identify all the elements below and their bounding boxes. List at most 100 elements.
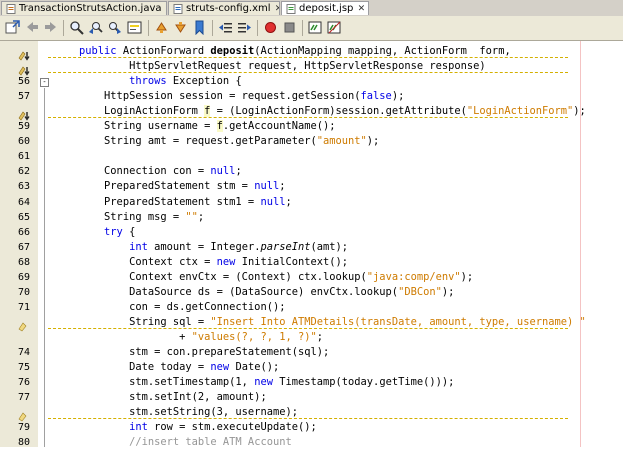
back-icon[interactable] (24, 19, 41, 36)
code-text: stm.setTimestamp(1, new Timestamp(today.… (54, 376, 455, 389)
forward-icon[interactable] (42, 19, 59, 36)
line-number: 66 (17, 226, 30, 238)
previous-bookmark-icon[interactable] (153, 19, 170, 36)
code-text: //insert table ATM Account (129, 436, 292, 449)
code-line[interactable]: 77 stm.setInt(2, amount); (0, 390, 623, 405)
find-next-icon[interactable] (106, 19, 123, 36)
code-line[interactable]: 61 (0, 149, 623, 164)
line-number: 64 (17, 196, 30, 208)
warning-marker-icon[interactable] (18, 106, 30, 121)
uncomment-icon[interactable] (326, 19, 343, 36)
code-text: Context envCtx = (Context) ctx.lookup("j… (54, 270, 474, 283)
toggle-highlight-icon[interactable] (126, 19, 143, 36)
code-text: Context ctx = new InitialContext(); (54, 255, 349, 268)
shift-left-icon[interactable] (217, 19, 234, 36)
line-number: 79 (17, 422, 30, 434)
close-icon[interactable]: ✕ (274, 4, 279, 14)
xml-file-icon (173, 3, 183, 14)
code-editor[interactable]: public ActionForward deposit(ActionMappi… (0, 41, 623, 450)
tab-deposit-jsp[interactable]: deposit.jsp ✕ (281, 1, 369, 15)
code-line[interactable]: 66 try { (0, 225, 623, 240)
code-text: stm.setInt(2, amount); (54, 391, 267, 404)
warning-underline (48, 117, 568, 119)
tab-label: deposit.jsp (299, 3, 354, 14)
code-line[interactable]: 60 String amt = request.getParameter("am… (0, 134, 623, 149)
line-number: 74 (17, 347, 30, 358)
code-text: String username = f.getAccountName(); (54, 120, 336, 133)
code-text: Connection con = null; (54, 165, 242, 178)
code-line[interactable]: 69 Context envCtx = (Context) ctx.lookup… (0, 270, 623, 285)
tab-label: TransactionStrutsAction.java (19, 3, 162, 14)
hint-marker-icon[interactable] (18, 317, 30, 332)
code-text: stm = con.prepareStatement(sql); (54, 346, 330, 358)
code-line[interactable]: 63 PreparedStatement stm = null; (0, 179, 623, 194)
code-line[interactable]: 76 stm.setTimestamp(1, new Timestamp(tod… (0, 375, 623, 390)
warning-marker-icon[interactable] (18, 61, 30, 76)
collapse-fold-icon[interactable]: - (40, 78, 49, 88)
toggle-bookmark-icon[interactable] (191, 19, 208, 36)
warning-underline (48, 72, 568, 74)
code-line[interactable]: 80 //insert table ATM Account (0, 435, 623, 450)
tab-struts-config[interactable]: struts-config.xml ✕ (168, 1, 280, 15)
line-number: 68 (17, 256, 30, 268)
code-line[interactable]: 79 int row = stm.executeUpdate(); (0, 420, 623, 435)
code-text: int row = stm.executeUpdate(); (129, 421, 317, 434)
editor-tab-bar: TransactionStrutsAction.java ✕ struts-co… (0, 0, 623, 17)
line-number: 56 (17, 76, 30, 88)
code-text: PreparedStatement stm1 = null; (54, 195, 292, 208)
code-text: int amount = Integer.parseInt(amt); (129, 240, 349, 253)
find-icon[interactable] (68, 19, 85, 36)
stop-macro-icon[interactable] (281, 19, 298, 36)
close-icon[interactable]: ✕ (356, 4, 366, 14)
line-number: 75 (17, 362, 30, 374)
override-marker-icon[interactable] (18, 46, 30, 61)
next-bookmark-icon[interactable] (172, 19, 189, 36)
go-to-source-icon[interactable] (4, 19, 21, 36)
code-line[interactable]: 59 String username = f.getAccountName(); (0, 119, 623, 134)
code-line[interactable]: 62 Connection con = null; (0, 164, 623, 179)
code-text: PreparedStatement stm = null; (54, 180, 286, 193)
code-line[interactable]: 74 stm = con.prepareStatement(sql); (0, 345, 623, 360)
line-number: 77 (17, 392, 30, 404)
line-number: 57 (17, 91, 30, 103)
warning-underline (48, 327, 568, 329)
editor-toolbar (0, 16, 623, 41)
warning-underline (48, 418, 568, 420)
line-number: 69 (17, 271, 30, 283)
comment-icon[interactable] (307, 19, 324, 36)
code-line[interactable]: 57 HttpSession session = request.getSess… (0, 89, 623, 104)
warning-underline (48, 57, 568, 58)
code-text: HttpSession session = request.getSession… (54, 90, 405, 103)
code-line[interactable]: 56- throws Exception { (0, 74, 623, 89)
line-number: 60 (17, 136, 30, 148)
find-previous-icon[interactable] (87, 19, 104, 36)
line-number: 59 (17, 121, 30, 133)
code-line[interactable]: 65 String msg = ""; (0, 210, 623, 225)
code-text: DataSource ds = (DataSource) envCtx.look… (54, 285, 455, 298)
line-number: 62 (17, 166, 30, 178)
line-number: 65 (17, 211, 30, 223)
line-number: 71 (17, 301, 30, 313)
tab-label: struts-config.xml (186, 3, 271, 14)
code-line[interactable]: 68 Context ctx = new InitialContext(); (0, 255, 623, 270)
code-line[interactable]: 64 PreparedStatement stm1 = null; (0, 195, 623, 210)
code-text: String msg = ""; (54, 210, 205, 223)
hint-marker-icon[interactable] (18, 407, 30, 422)
shift-right-icon[interactable] (236, 19, 253, 36)
code-line[interactable]: 75 Date today = new Date(); (0, 360, 623, 375)
code-line[interactable]: 70 DataSource ds = (DataSource) envCtx.l… (0, 285, 623, 300)
line-number: 63 (17, 181, 30, 193)
java-file-icon (6, 3, 16, 14)
code-line[interactable]: + "values(?, ?, 1, ?)"; (0, 330, 623, 345)
line-number: 70 (17, 286, 30, 298)
tab-transaction-struts-action[interactable]: TransactionStrutsAction.java ✕ (1, 1, 167, 15)
start-macro-icon[interactable] (262, 19, 279, 36)
code-line[interactable]: 67 int amount = Integer.parseInt(amt); (0, 240, 623, 255)
code-text: try { (104, 225, 136, 238)
code-line[interactable]: 71 con = ds.getConnection(); (0, 300, 623, 315)
code-text: String amt = request.getParameter("amoun… (54, 135, 380, 148)
line-number: 76 (17, 377, 30, 389)
code-text: throws Exception { (129, 75, 242, 88)
close-icon[interactable]: ✕ (165, 4, 167, 14)
code-text: con = ds.getConnection(); (54, 300, 286, 313)
